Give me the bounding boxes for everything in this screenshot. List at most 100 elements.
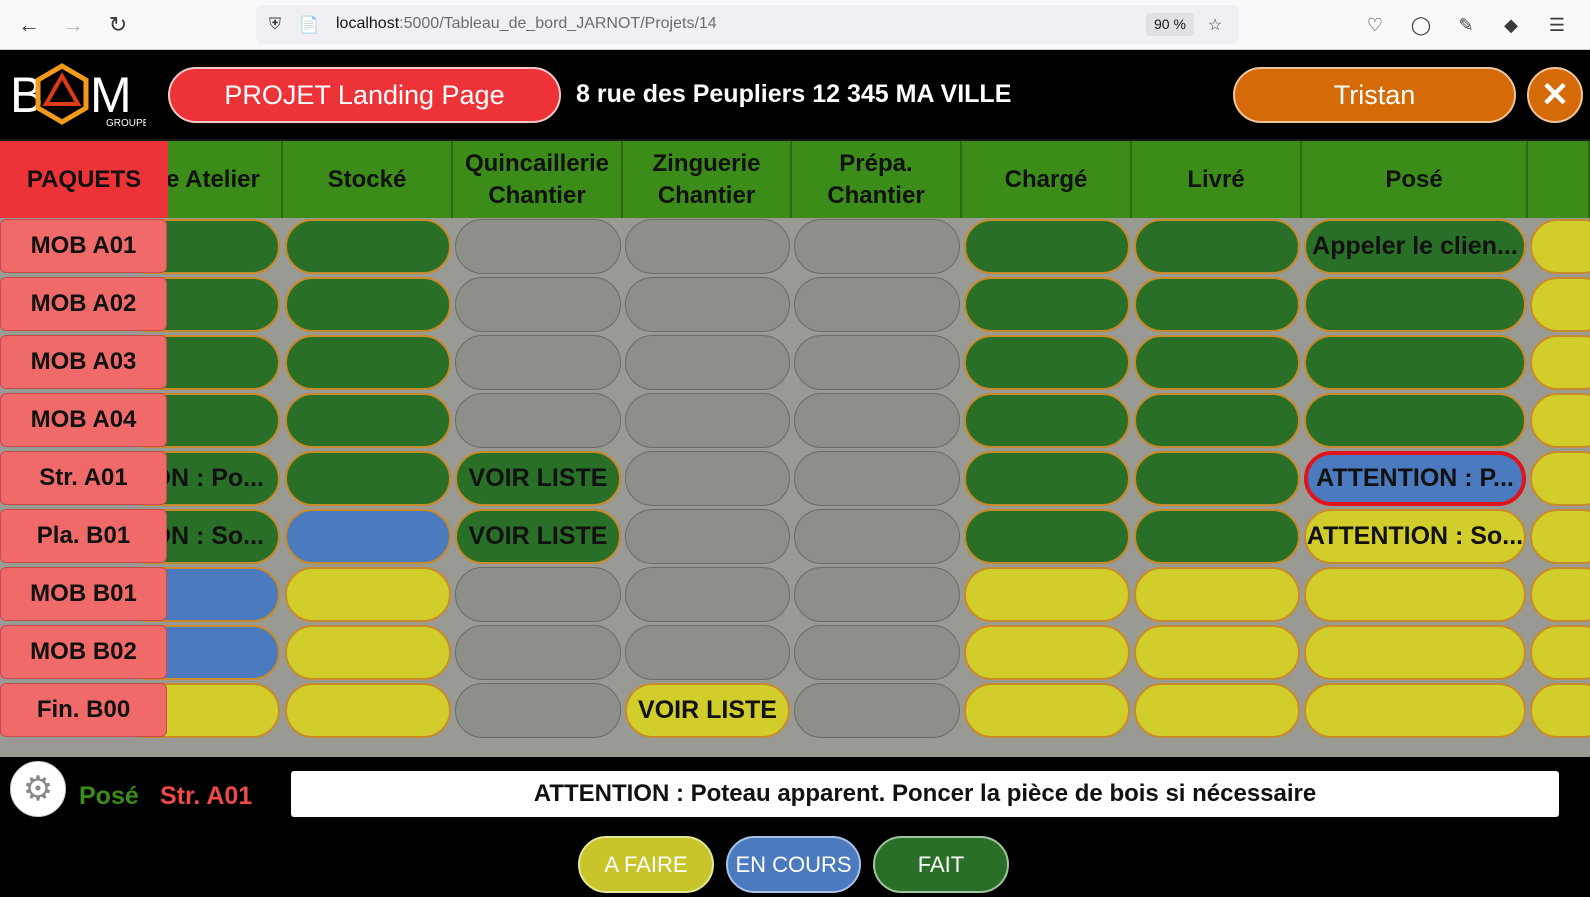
status-cell[interactable] [285, 393, 451, 448]
status-cell[interactable] [455, 335, 621, 390]
status-cell[interactable] [964, 567, 1130, 622]
package-label[interactable]: MOB A03 [0, 335, 167, 389]
status-cell[interactable] [1134, 393, 1300, 448]
pocket-icon[interactable]: ♡ [1362, 12, 1388, 38]
status-cell[interactable] [964, 625, 1130, 680]
status-cell[interactable]: VOIR LISTE [455, 509, 621, 564]
package-label[interactable]: MOB A01 [0, 219, 167, 273]
status-cell[interactable] [964, 335, 1130, 390]
package-label[interactable]: MOB B01 [0, 567, 167, 621]
status-cell[interactable] [1134, 219, 1300, 274]
status-cell[interactable]: VOIR LISTE [625, 683, 790, 738]
status-cell[interactable] [794, 451, 960, 506]
status-cell[interactable] [1304, 683, 1526, 738]
status-cell[interactable] [1304, 277, 1526, 332]
a-faire-button[interactable]: A FAIRE [578, 836, 714, 893]
status-cell[interactable] [455, 567, 621, 622]
status-cell[interactable] [625, 625, 790, 680]
status-cell[interactable] [285, 509, 451, 564]
status-cell[interactable] [794, 335, 960, 390]
status-cell[interactable] [964, 219, 1130, 274]
status-cell[interactable] [1530, 509, 1590, 564]
status-cell[interactable] [1530, 451, 1590, 506]
status-cell[interactable] [1134, 567, 1300, 622]
extension-shield-icon[interactable]: ◆ [1498, 12, 1524, 38]
status-cell[interactable] [794, 683, 960, 738]
status-cell[interactable] [1134, 625, 1300, 680]
status-cell[interactable]: ATTENTION : P... [1304, 451, 1526, 506]
status-cell[interactable] [1304, 335, 1526, 390]
package-label[interactable]: Str. A01 [0, 451, 167, 505]
status-cell[interactable] [625, 451, 790, 506]
status-cell[interactable] [964, 509, 1130, 564]
status-cell[interactable] [285, 335, 451, 390]
status-cell[interactable] [455, 625, 621, 680]
en-cours-button[interactable]: EN COURS [726, 836, 861, 893]
status-cell[interactable] [625, 567, 790, 622]
status-cell[interactable] [625, 335, 790, 390]
close-icon[interactable]: ✕ [1527, 67, 1583, 123]
shield-icon[interactable]: ⛨ [264, 14, 286, 36]
package-label[interactable]: MOB A04 [0, 393, 167, 447]
account-icon[interactable]: ◯ [1408, 12, 1434, 38]
url-bar[interactable]: ⛨ 📄 localhost:5000/Tableau_de_bord_JARNO… [256, 5, 1239, 44]
gear-icon[interactable]: ⚙ [10, 761, 66, 817]
status-cell[interactable] [1530, 683, 1590, 738]
status-cell[interactable] [285, 451, 451, 506]
status-cell[interactable] [285, 683, 451, 738]
status-cell[interactable]: ATTENTION : So... [1304, 509, 1526, 564]
status-cell[interactable] [625, 509, 790, 564]
extensions-icon[interactable]: ✎ [1453, 12, 1479, 38]
status-cell[interactable] [1304, 625, 1526, 680]
status-cell[interactable] [794, 393, 960, 448]
user-button[interactable]: Tristan [1233, 67, 1516, 123]
status-cell[interactable] [964, 451, 1130, 506]
menu-icon[interactable]: ☰ [1544, 12, 1570, 38]
forward-icon[interactable]: → [58, 10, 88, 40]
status-cell[interactable] [625, 219, 790, 274]
status-cell[interactable] [1530, 277, 1590, 332]
package-label[interactable]: MOB A02 [0, 277, 167, 331]
status-cell[interactable] [794, 509, 960, 564]
status-cell[interactable] [794, 277, 960, 332]
status-cell[interactable] [794, 219, 960, 274]
status-cell[interactable] [1304, 393, 1526, 448]
status-cell[interactable] [455, 393, 621, 448]
package-label[interactable]: MOB B02 [0, 625, 167, 679]
status-cell[interactable] [964, 683, 1130, 738]
status-cell[interactable] [285, 219, 451, 274]
status-cell[interactable] [1134, 509, 1300, 564]
status-cell[interactable]: VOIR LISTE [455, 451, 621, 506]
package-label[interactable]: Fin. B00 [0, 683, 167, 737]
status-cell[interactable] [285, 625, 451, 680]
back-icon[interactable]: ← [14, 10, 44, 40]
bookmark-star-icon[interactable]: ☆ [1204, 14, 1226, 36]
status-cell[interactable] [1530, 335, 1590, 390]
status-cell[interactable] [964, 277, 1130, 332]
package-label[interactable]: Pla. B01 [0, 509, 167, 563]
status-cell[interactable] [1530, 393, 1590, 448]
status-cell[interactable] [1134, 277, 1300, 332]
status-cell[interactable] [1530, 567, 1590, 622]
project-button[interactable]: PROJET Landing Page [168, 67, 561, 123]
status-cell[interactable] [1134, 451, 1300, 506]
status-cell[interactable] [285, 277, 451, 332]
status-cell[interactable] [625, 393, 790, 448]
status-cell[interactable]: Appeler le clien... [1304, 219, 1526, 274]
status-cell[interactable] [1134, 335, 1300, 390]
status-cell[interactable] [1530, 219, 1590, 274]
status-cell[interactable] [794, 625, 960, 680]
status-cell[interactable] [285, 567, 451, 622]
reload-icon[interactable]: ↻ [103, 10, 133, 40]
status-cell[interactable] [455, 219, 621, 274]
status-cell[interactable] [794, 567, 960, 622]
comment-field[interactable]: ATTENTION : Poteau apparent. Poncer la p… [291, 771, 1559, 817]
url-text[interactable]: localhost:5000/Tableau_de_bord_JARNOT/Pr… [336, 15, 717, 33]
status-cell[interactable] [1530, 625, 1590, 680]
zoom-indicator[interactable]: 90 % [1146, 13, 1194, 36]
page-icon[interactable]: 📄 [298, 14, 320, 36]
status-cell[interactable] [1304, 567, 1526, 622]
status-cell[interactable] [455, 683, 621, 738]
status-cell[interactable] [964, 393, 1130, 448]
status-cell[interactable] [625, 277, 790, 332]
